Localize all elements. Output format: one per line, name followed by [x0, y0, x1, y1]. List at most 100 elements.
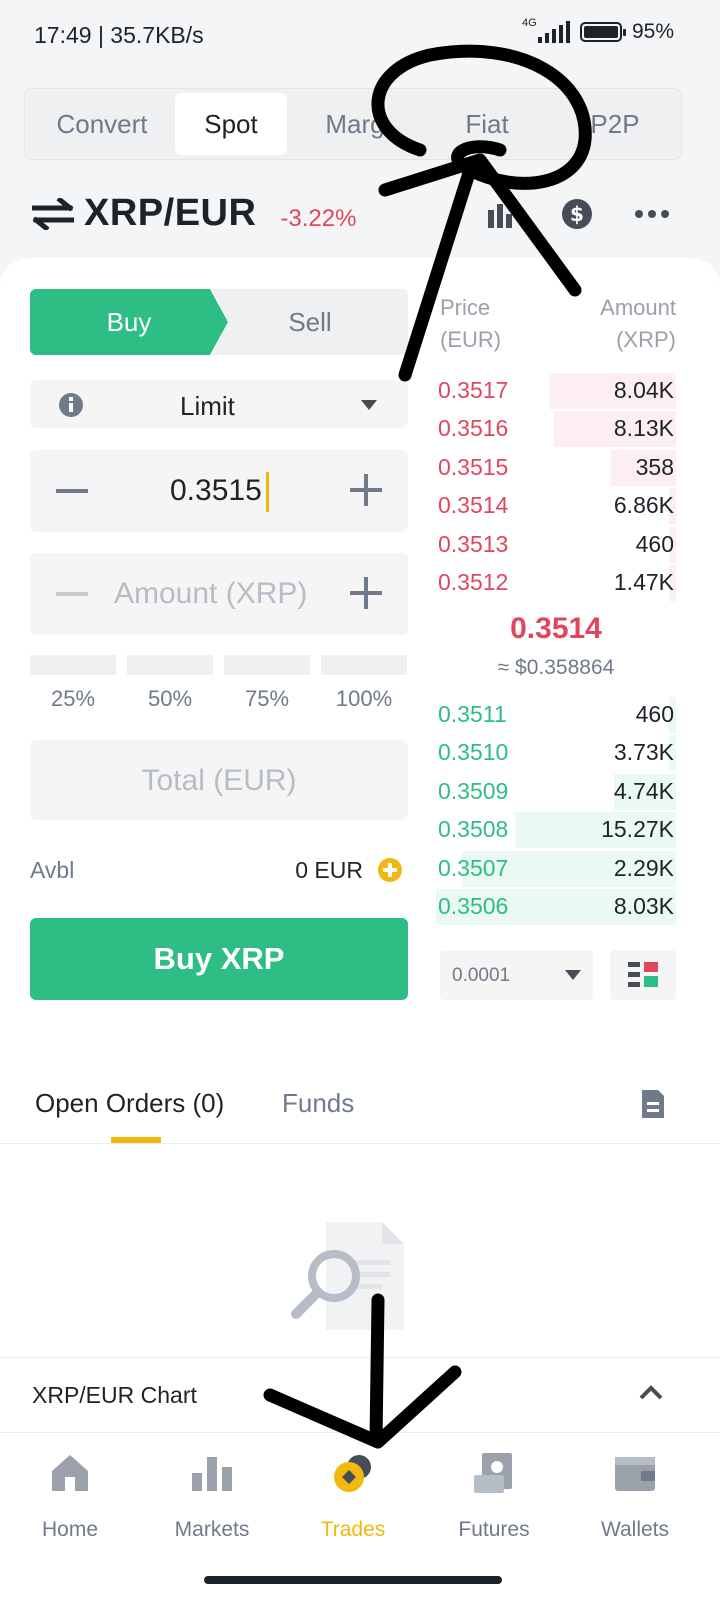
ob-price-header: Price (EUR) — [440, 292, 501, 356]
nav-wallets[interactable]: Wallets — [565, 1451, 705, 1542]
ask-price[interactable]: 0.3514 — [438, 492, 508, 519]
tab-open-orders[interactable]: Open Orders (0) — [35, 1088, 224, 1119]
bid-amount[interactable]: 2.29K — [614, 855, 674, 882]
dollar-icon[interactable]: $ — [561, 198, 593, 230]
orderbook-layout-button[interactable] — [610, 950, 676, 1000]
bid-price[interactable]: 0.3506 — [438, 893, 508, 920]
bid-price[interactable]: 0.3510 — [438, 739, 508, 766]
pct-label-100[interactable]: 100% — [319, 686, 409, 712]
pct-segment-50[interactable] — [127, 655, 213, 675]
chevron-down-icon — [361, 400, 377, 410]
pair-name[interactable]: XRP/EUR — [84, 192, 256, 235]
order-type-select[interactable]: Limit — [30, 380, 408, 428]
amount-placeholder[interactable]: Amount (XRP) — [114, 577, 307, 611]
pct-segment-100[interactable] — [321, 655, 407, 675]
tab-fiat[interactable]: Fiat — [437, 93, 537, 155]
decrease-price-icon[interactable] — [56, 489, 88, 493]
chevron-down-icon — [565, 970, 581, 980]
ob-amount-header-label: Amount — [600, 295, 676, 320]
pct-label-50[interactable]: 50% — [125, 686, 215, 712]
nav-trades-label: Trades — [320, 1518, 386, 1541]
ask-row[interactable]: 0.3515 358 — [436, 449, 676, 486]
tab-p2p[interactable]: P2P — [570, 93, 660, 155]
tab-funds[interactable]: Funds — [282, 1088, 354, 1119]
info-icon[interactable] — [58, 392, 84, 418]
tab-convert[interactable]: Convert — [31, 93, 173, 155]
ask-price[interactable]: 0.3513 — [438, 531, 508, 558]
tab-spot[interactable]: Spot — [175, 93, 287, 155]
bid-row[interactable]: 0.3511 460 — [436, 697, 676, 733]
trade-mode-tabs: Convert Spot Marg Fiat P2P — [24, 88, 682, 160]
ask-row[interactable]: 0.3512 1.47K — [436, 565, 676, 601]
total-placeholder[interactable]: Total (EUR) — [30, 764, 408, 798]
more-icon[interactable] — [634, 208, 670, 220]
bid-amount[interactable]: 4.74K — [614, 778, 674, 805]
ask-amount[interactable]: 8.04K — [614, 377, 674, 404]
nav-futures[interactable]: Futures — [424, 1451, 564, 1542]
price-value[interactable]: 0.3515 — [170, 474, 262, 508]
ask-price[interactable]: 0.3516 — [438, 415, 508, 442]
ask-row[interactable]: 0.3517 8.04K — [436, 373, 676, 409]
total-input[interactable]: Total (EUR) — [30, 740, 408, 820]
ask-amount[interactable]: 358 — [636, 454, 674, 481]
swap-icon[interactable] — [32, 197, 74, 230]
nav-trades[interactable]: Trades — [283, 1451, 423, 1542]
bid-price[interactable]: 0.3511 — [438, 701, 507, 728]
avbl-label: Avbl — [30, 857, 75, 883]
home-icon — [52, 1455, 88, 1491]
ask-amount[interactable]: 6.86K — [614, 492, 674, 519]
bid-row[interactable]: 0.3510 3.73K — [436, 735, 676, 772]
chart-toggle-row[interactable]: XRP/EUR Chart — [0, 1357, 720, 1433]
bid-row[interactable]: 0.3508 15.27K — [436, 812, 676, 849]
chart-icon[interactable] — [486, 200, 514, 230]
ask-price[interactable]: 0.3517 — [438, 377, 508, 404]
ob-amount-header-unit: (XRP) — [616, 327, 676, 352]
ask-price[interactable]: 0.3515 — [438, 454, 508, 481]
bid-amount[interactable]: 8.03K — [614, 893, 674, 920]
pair-change: -3.22% — [280, 204, 357, 232]
battery-level: 95% — [631, 20, 674, 43]
pct-segment-75[interactable] — [224, 655, 310, 675]
markets-icon — [192, 1457, 232, 1491]
order-history-icon[interactable] — [640, 1088, 666, 1120]
nav-markets-label: Markets — [174, 1518, 250, 1541]
pct-label-75[interactable]: 75% — [222, 686, 312, 712]
bid-price[interactable]: 0.3509 — [438, 778, 508, 805]
nav-markets[interactable]: Markets — [142, 1451, 282, 1542]
bid-row[interactable]: 0.3507 2.29K — [436, 850, 676, 887]
increase-amount-icon[interactable] — [350, 575, 382, 611]
nav-home[interactable]: Home — [0, 1451, 140, 1542]
status-icons: 4G 95% — [522, 17, 674, 44]
bid-price[interactable]: 0.3507 — [438, 855, 508, 882]
ask-amount[interactable]: 1.47K — [614, 569, 674, 596]
price-input[interactable]: 0.3515 — [30, 450, 408, 532]
chevron-up-icon[interactable] — [638, 1384, 664, 1400]
decrease-amount-icon[interactable] — [56, 592, 88, 596]
bid-amount[interactable]: 15.27K — [601, 816, 674, 843]
ask-amount[interactable]: 8.13K — [614, 415, 674, 442]
bid-row[interactable]: 0.3506 8.03K — [436, 889, 676, 925]
ask-amount[interactable]: 460 — [636, 531, 674, 558]
sell-tab[interactable]: Sell — [212, 289, 408, 355]
bid-price[interactable]: 0.3508 — [438, 816, 508, 843]
bid-amount[interactable]: 460 — [636, 701, 674, 728]
bid-amount[interactable]: 3.73K — [614, 739, 674, 766]
pct-segment-25[interactable] — [30, 655, 116, 675]
buy-xrp-button[interactable]: Buy XRP — [30, 918, 408, 1000]
tab-margin[interactable]: Marg — [305, 93, 405, 155]
buy-tab[interactable]: Buy — [30, 289, 228, 355]
ask-row[interactable]: 0.3514 6.86K — [436, 488, 676, 525]
last-price[interactable]: 0.3514 — [436, 612, 676, 646]
amount-input[interactable]: Amount (XRP) — [30, 553, 408, 635]
status-time-speed: 17:49 | 35.7KB/s — [34, 22, 204, 48]
pair-header[interactable]: XRP/EUR -3.22% — [32, 192, 356, 235]
precision-select[interactable]: 0.0001 — [440, 950, 593, 1000]
ask-row[interactable]: 0.3516 8.13K — [436, 411, 676, 448]
pct-label-25[interactable]: 25% — [28, 686, 118, 712]
ob-price-header-unit: (EUR) — [440, 327, 502, 352]
increase-price-icon[interactable] — [350, 472, 382, 508]
ask-price[interactable]: 0.3512 — [438, 569, 508, 596]
bid-row[interactable]: 0.3509 4.74K — [436, 773, 676, 810]
ask-row[interactable]: 0.3513 460 — [436, 526, 676, 563]
add-funds-icon[interactable] — [377, 857, 403, 883]
